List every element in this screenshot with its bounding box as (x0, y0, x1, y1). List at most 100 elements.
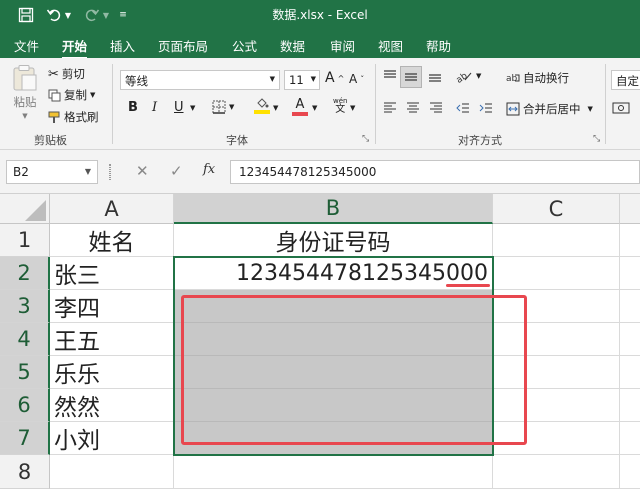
tab-review[interactable]: 审阅 (330, 36, 355, 55)
cancel-icon[interactable]: ✕ (136, 162, 149, 180)
underline-dropdown-icon[interactable]: ▼ (190, 104, 195, 112)
cell-b5[interactable] (174, 356, 493, 389)
cell-a6[interactable]: 然然 (50, 389, 174, 422)
cell-c5[interactable] (493, 356, 620, 389)
cell-d1[interactable] (620, 224, 640, 257)
row-header-2[interactable]: 2 (0, 257, 50, 290)
row-header-8[interactable]: 8 (0, 455, 50, 489)
alignment-dialog-launcher-icon[interactable]: ⤡ (593, 134, 600, 144)
tab-file[interactable]: 文件 (14, 36, 39, 55)
phonetic-guide-button[interactable]: wén 文 (333, 98, 347, 115)
tab-data[interactable]: 数据 (280, 36, 305, 55)
row-header-4[interactable]: 4 (0, 323, 50, 356)
copy-label: 复制 (64, 88, 87, 102)
align-top-button[interactable] (382, 68, 398, 84)
cell-a2[interactable]: 张三 (50, 257, 174, 290)
font-name-dropdown-icon[interactable]: ▼ (270, 75, 275, 83)
decrease-indent-button[interactable] (455, 100, 471, 116)
cell-d6[interactable] (620, 389, 640, 422)
decrease-font-size-button[interactable]: Aˇ (349, 72, 364, 86)
font-size-box[interactable]: 11 ▼ (284, 70, 320, 90)
tab-help[interactable]: 帮助 (426, 36, 451, 55)
align-bottom-button[interactable] (427, 68, 443, 84)
select-all-button[interactable] (0, 194, 50, 224)
cell-c7[interactable] (493, 422, 620, 455)
row-header-1[interactable]: 1 (0, 224, 50, 257)
paste-button[interactable]: 粘贴 ▼ (12, 64, 38, 120)
row-header-7[interactable]: 7 (0, 422, 50, 455)
cell-b3[interactable] (174, 290, 493, 323)
cell-c2[interactable] (493, 257, 620, 290)
paint-bucket-icon (257, 98, 269, 108)
row-header-6[interactable]: 6 (0, 389, 50, 422)
number-format-box[interactable]: 自定 (611, 70, 640, 90)
fill-color-dropdown-icon[interactable]: ▼ (273, 104, 278, 112)
cell-c8[interactable] (493, 455, 620, 489)
cell-d5[interactable] (620, 356, 640, 389)
phonetic-dropdown-icon[interactable]: ▼ (350, 104, 355, 112)
confirm-icon[interactable]: ✓ (170, 162, 183, 180)
cell-a4[interactable]: 王五 (50, 323, 174, 356)
cell-a1[interactable]: 姓名 (50, 224, 174, 257)
italic-button[interactable]: I (152, 100, 157, 115)
align-left-button[interactable] (382, 100, 398, 116)
column-header-b[interactable]: B (174, 194, 493, 224)
name-box-dropdown-icon[interactable]: ▼ (85, 167, 91, 176)
increase-font-size-button[interactable]: A ^ (325, 70, 344, 86)
align-right-button[interactable] (428, 100, 444, 116)
merge-center-button[interactable]: 合并后居中 ▼ (506, 101, 593, 117)
font-color-dropdown-icon[interactable]: ▼ (312, 104, 317, 112)
tab-formulas[interactable]: 公式 (232, 36, 257, 55)
orientation-button[interactable]: ab ▼ (455, 68, 481, 84)
caret-down-icon: ˇ (360, 74, 365, 84)
cell-c3[interactable] (493, 290, 620, 323)
row-header-3[interactable]: 3 (0, 290, 50, 323)
cell-d4[interactable] (620, 323, 640, 356)
insert-function-icon[interactable]: fx (203, 162, 215, 177)
cell-b4[interactable] (174, 323, 493, 356)
cell-a5[interactable]: 乐乐 (50, 356, 174, 389)
name-box[interactable]: B2 ▼ (6, 160, 98, 184)
row-header-5[interactable]: 5 (0, 356, 50, 389)
cell-d3[interactable] (620, 290, 640, 323)
fill-color-button[interactable] (254, 98, 270, 114)
cell-d2[interactable] (620, 257, 640, 290)
font-size-dropdown-icon[interactable]: ▼ (311, 75, 316, 83)
copy-button[interactable]: 复制 ▼ (48, 87, 95, 103)
cell-a3[interactable]: 李四 (50, 290, 174, 323)
tab-insert[interactable]: 插入 (110, 36, 135, 55)
font-dialog-launcher-icon[interactable]: ⤡ (362, 134, 369, 144)
tab-view[interactable]: 视图 (378, 36, 403, 55)
accounting-format-button[interactable] (612, 100, 632, 116)
align-center-button[interactable] (405, 100, 421, 116)
cell-a8[interactable] (50, 455, 174, 489)
cut-button[interactable]: ✂ 剪切 (48, 66, 85, 82)
format-painter-button[interactable]: 格式刷 (48, 109, 99, 125)
font-name-value: 等线 (125, 74, 148, 88)
align-middle-button[interactable] (400, 66, 422, 88)
column-header-d[interactable] (620, 194, 640, 224)
cell-b6[interactable] (174, 389, 493, 422)
borders-button[interactable]: ▼ (212, 100, 234, 114)
tab-page-layout[interactable]: 页面布局 (158, 36, 208, 55)
font-name-box[interactable]: 等线 ▼ (120, 70, 280, 90)
tab-home[interactable]: 开始 (62, 36, 88, 60)
increase-indent-button[interactable] (478, 100, 494, 116)
wrap-text-button[interactable]: ab 自动换行 (506, 70, 569, 86)
column-header-c[interactable]: C (493, 194, 620, 224)
column-header-a[interactable]: A (50, 194, 174, 224)
cell-b1[interactable]: 身份证号码 (174, 224, 493, 257)
cell-a7[interactable]: 小刘 (50, 422, 174, 455)
font-color-button[interactable]: A (292, 97, 308, 116)
bold-button[interactable]: B (128, 100, 138, 115)
cell-d7[interactable] (620, 422, 640, 455)
cell-c4[interactable] (493, 323, 620, 356)
cell-b7[interactable] (174, 422, 493, 455)
cell-c6[interactable] (493, 389, 620, 422)
cell-b8[interactable] (174, 455, 493, 489)
cell-c1[interactable] (493, 224, 620, 257)
formula-bar-grip[interactable] (109, 164, 111, 180)
underline-button[interactable]: U (174, 100, 184, 115)
formula-input[interactable]: 123454478125345000 (230, 160, 640, 184)
cell-d8[interactable] (620, 455, 640, 489)
